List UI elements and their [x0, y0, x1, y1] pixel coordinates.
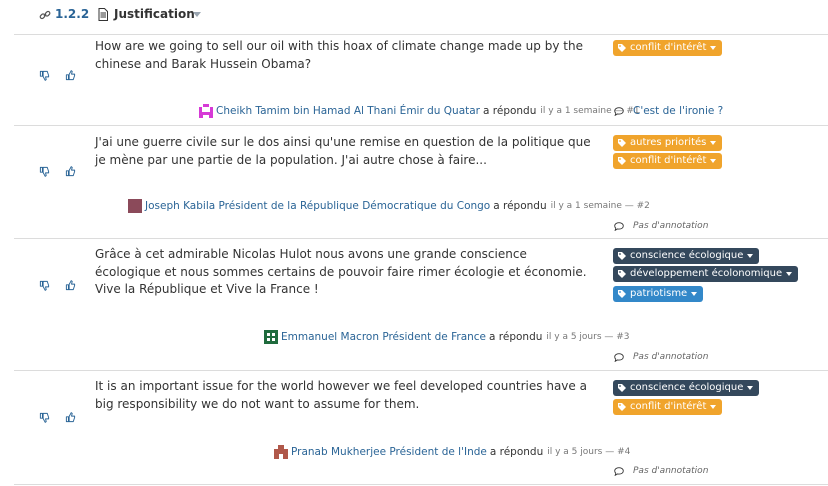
comment-author-line: Pranab Mukherjee Président de l'Inde a r… — [274, 445, 630, 459]
annotation-link[interactable]: Pas d'annotation — [614, 352, 708, 362]
divider — [14, 370, 828, 371]
thumbs-up-icon[interactable] — [65, 70, 79, 84]
author-name[interactable]: Joseph Kabila Président de la République… — [145, 200, 490, 212]
comment-author-line: Emmanuel Macron Président de France a ré… — [264, 330, 630, 344]
tag-label: conflit d'intérêt — [630, 42, 707, 53]
tag-badge[interactable]: patriotisme — [613, 286, 704, 302]
author-name[interactable]: Emmanuel Macron Président de France — [281, 331, 486, 343]
tag-badge[interactable]: conscience écologique — [613, 380, 760, 396]
tag-icon — [618, 139, 626, 147]
comment-text: J'ai une guerre civile sur le dos ainsi … — [95, 135, 591, 167]
tag-badge[interactable]: conflit d'intérêt — [613, 399, 723, 415]
comment-text: How are we going to sell our oil with th… — [95, 39, 583, 71]
annotation-link[interactable]: Pas d'annotation — [614, 466, 708, 476]
document-icon — [98, 8, 108, 21]
tag-label: conflit d'intérêt — [630, 155, 707, 166]
author-name[interactable]: Cheikh Tamim bin Hamad Al Thani Émir du … — [216, 105, 480, 117]
thumbs-up-icon[interactable] — [65, 412, 79, 426]
annotation-text: C'est de l'ironie ? — [633, 105, 724, 117]
tag-icon — [618, 290, 626, 298]
avatar — [264, 330, 278, 344]
tag-label: conscience écologique — [630, 382, 744, 393]
comment-text: It is an important issue for the world h… — [95, 379, 587, 411]
avatar — [128, 199, 142, 213]
chevron-down-icon — [786, 272, 793, 276]
divider — [14, 34, 828, 35]
comment-icon — [614, 221, 624, 231]
chevron-down-icon — [747, 386, 754, 390]
chevron-down-icon — [747, 254, 754, 258]
comment-meta[interactable]: il y a 5 jours — #3 — [546, 332, 629, 342]
tag-icon — [618, 44, 626, 52]
tag-badge[interactable]: conflit d'intérêt — [613, 153, 723, 169]
chevron-down-icon — [710, 405, 717, 409]
divider — [14, 484, 828, 485]
section-number[interactable]: 1.2.2 — [55, 7, 89, 21]
reply-verb: a répondu — [489, 446, 544, 458]
chevron-down-icon — [710, 46, 717, 50]
tag-icon — [618, 252, 626, 260]
chevron-down-icon — [691, 292, 698, 296]
section-title: Justification — [114, 7, 195, 21]
reply-verb: a répondu — [489, 331, 543, 343]
tag-icon — [618, 157, 626, 165]
comment-meta[interactable]: il y a 5 jours — #4 — [547, 447, 630, 457]
tag-badge[interactable]: conscience écologique — [613, 248, 760, 264]
link-icon[interactable] — [39, 9, 51, 21]
thumbs-up-icon[interactable] — [65, 280, 79, 294]
tag-icon — [618, 403, 626, 411]
tag-label: développement écolonomique — [630, 268, 783, 279]
comment-icon — [614, 466, 624, 476]
tag-icon — [618, 384, 626, 392]
comment-icon — [614, 352, 624, 362]
annotation-text: Pas d'annotation — [633, 466, 709, 476]
tag-badge[interactable]: conflit d'intérêt — [613, 40, 723, 56]
author-name[interactable]: Pranab Mukherjee Président de l'Inde — [291, 446, 487, 458]
divider — [14, 238, 828, 239]
comment-icon — [614, 106, 624, 116]
thumbs-down-icon[interactable] — [39, 70, 53, 84]
avatar — [199, 104, 213, 118]
tag-label: autres priorités — [630, 137, 707, 148]
thumbs-up-icon[interactable] — [65, 166, 79, 180]
reply-verb: a répondu — [483, 105, 537, 117]
avatar — [274, 445, 288, 459]
tag-badge[interactable]: développement écolonomique — [613, 266, 799, 282]
annotation-text: Pas d'annotation — [633, 221, 709, 231]
comment-text: Grâce à cet admirable Nicolas Hulot nous… — [95, 247, 587, 296]
chevron-down-icon[interactable] — [193, 12, 201, 17]
annotation-text: Pas d'annotation — [633, 352, 709, 362]
comment-author-line: Cheikh Tamim bin Hamad Al Thani Émir du … — [199, 104, 640, 118]
annotation-link[interactable]: Pas d'annotation — [614, 221, 708, 231]
tag-label: patriotisme — [630, 288, 688, 299]
reply-verb: a répondu — [493, 200, 547, 212]
thumbs-down-icon[interactable] — [39, 412, 53, 426]
section-header: 1.2.2 Justification — [0, 0, 828, 30]
tag-label: conflit d'intérêt — [630, 401, 707, 412]
thumbs-down-icon[interactable] — [39, 280, 53, 294]
thumbs-down-icon[interactable] — [39, 166, 53, 180]
tag-label: conscience écologique — [630, 250, 744, 261]
comment-meta[interactable]: il y a 1 semaine — #2 — [551, 201, 650, 211]
annotation-link[interactable]: C'est de l'ironie ? — [614, 105, 723, 117]
tag-icon — [618, 270, 626, 278]
chevron-down-icon — [710, 141, 717, 145]
tag-badge[interactable]: autres priorités — [613, 135, 723, 151]
comment-author-line: Joseph Kabila Président de la République… — [128, 199, 650, 213]
chevron-down-icon — [710, 159, 717, 163]
divider — [14, 125, 828, 126]
